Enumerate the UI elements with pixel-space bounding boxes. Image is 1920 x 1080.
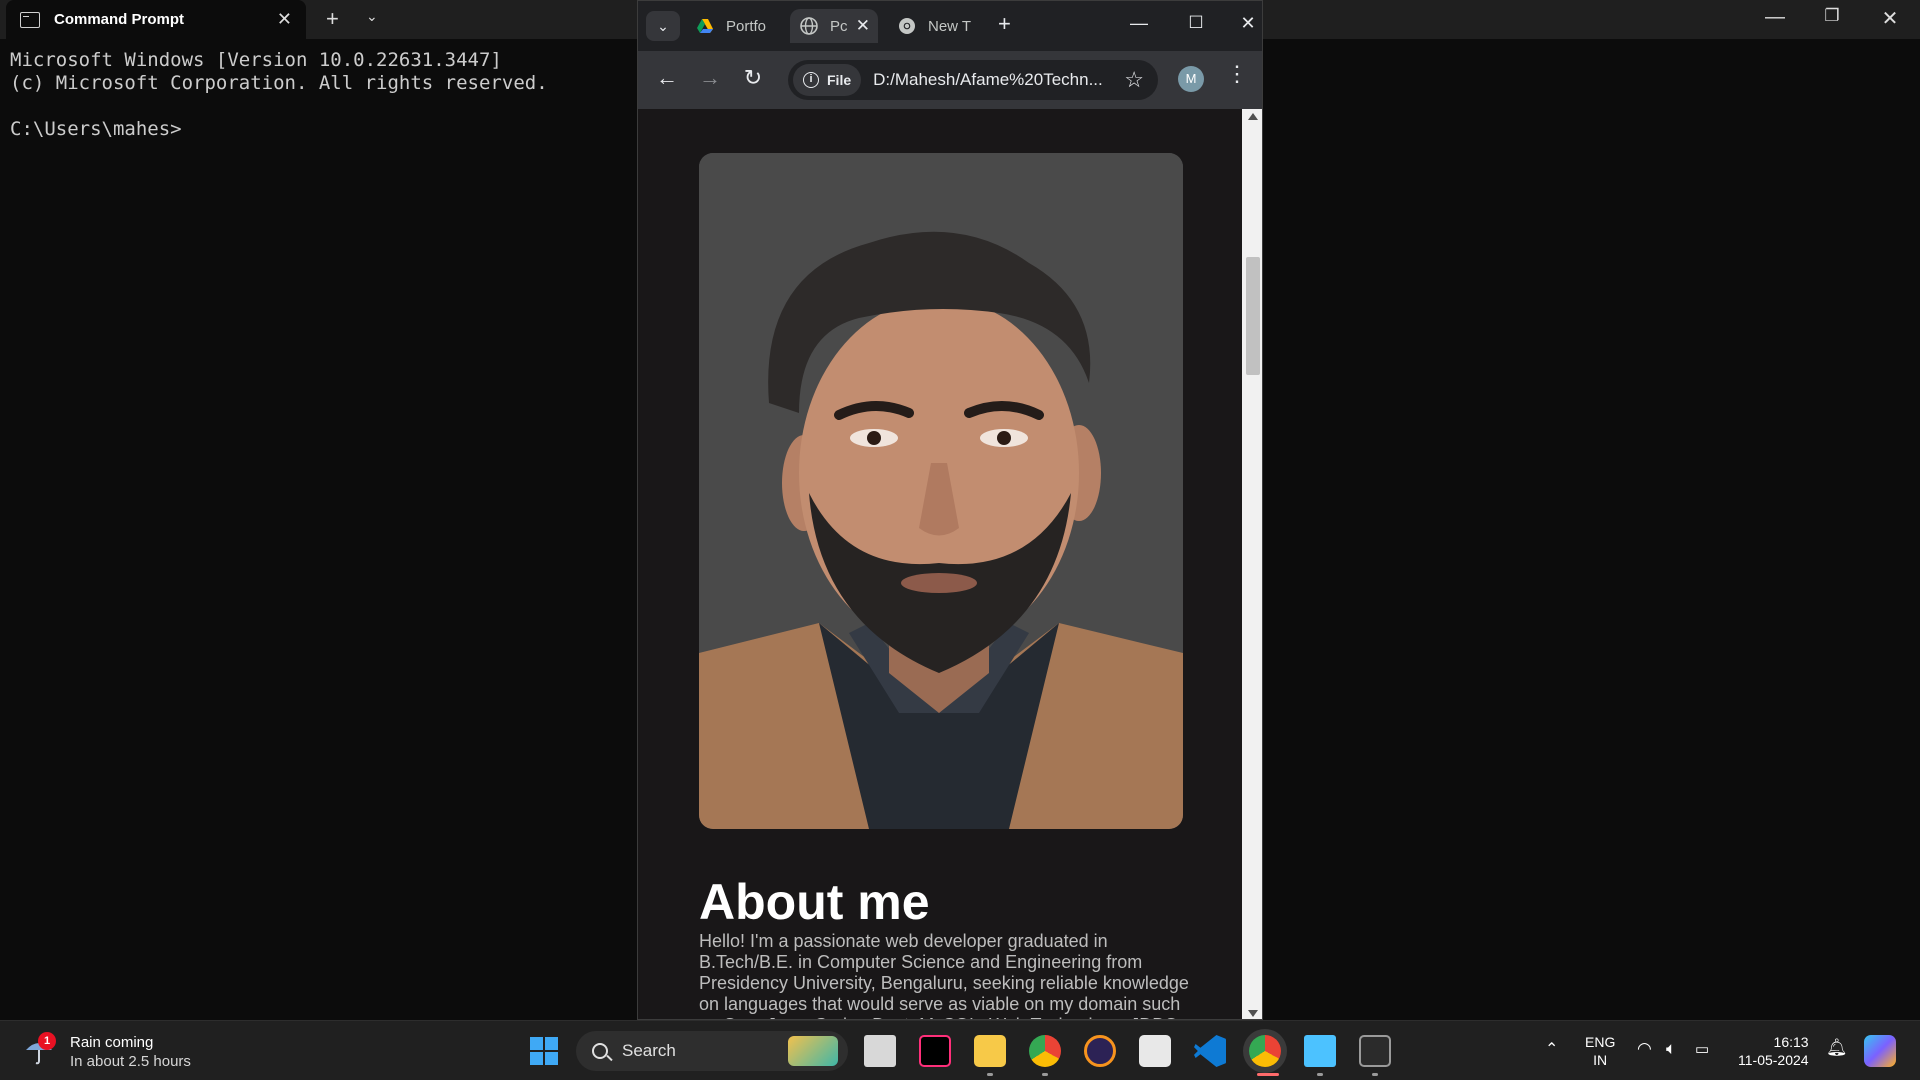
search-label: Search xyxy=(622,1041,676,1060)
profile-avatar[interactable]: M xyxy=(1178,66,1204,92)
minimize-button[interactable]: — xyxy=(1119,13,1159,34)
snipping-tool-icon[interactable] xyxy=(1139,1035,1171,1067)
windows-start-icon[interactable] xyxy=(528,1035,560,1067)
vscode-icon[interactable] xyxy=(1194,1035,1226,1067)
taskbar-search[interactable]: Search xyxy=(576,1031,848,1071)
browser-window: ⌄ Portfo Pc ✕ New T + — ☐ ✕ ← → ↻ i File… xyxy=(637,0,1263,1020)
close-tab-icon[interactable]: ✕ xyxy=(277,9,292,30)
notification-bell-icon[interactable]: 🔔︎ xyxy=(1826,1038,1848,1058)
tab-search-button[interactable]: ⌄ xyxy=(646,11,680,41)
info-icon: i xyxy=(803,72,819,88)
eclipse-icon[interactable] xyxy=(1084,1035,1116,1067)
terminal-tab-title: Command Prompt xyxy=(54,11,185,28)
running-indicator xyxy=(1372,1073,1378,1076)
intellij-icon[interactable] xyxy=(919,1035,951,1067)
running-indicator xyxy=(987,1073,993,1076)
address-bar[interactable]: i File D:/Mahesh/Afame%20Techn... ☆ xyxy=(788,60,1158,100)
maximize-button[interactable]: ☐ xyxy=(1176,13,1216,33)
terminal-tab[interactable]: Command Prompt ✕ xyxy=(6,0,306,39)
battery-icon[interactable]: ▭ xyxy=(1695,1040,1709,1058)
notepad-icon[interactable] xyxy=(1304,1035,1336,1067)
portrait-illustration xyxy=(699,153,1183,829)
google-drive-icon xyxy=(697,19,713,33)
back-arrow-icon[interactable]: ← xyxy=(652,65,682,91)
forward-arrow-icon[interactable]: → xyxy=(695,65,725,91)
language-line2: IN xyxy=(1593,1052,1608,1068)
chrome-profile-icon[interactable] xyxy=(1249,1035,1281,1067)
chrome-icon[interactable] xyxy=(1029,1035,1061,1067)
chrome-icon xyxy=(899,18,915,34)
page-viewport: About me Hello! I'm a passionate web dev… xyxy=(638,109,1242,1019)
clock-date: 11-05-2024 xyxy=(1738,1052,1809,1068)
task-view-icon[interactable] xyxy=(864,1035,896,1067)
weather-widget[interactable]: 1 Rain coming In about 2.5 hours xyxy=(24,1032,191,1071)
minimize-button[interactable]: — xyxy=(1755,6,1795,29)
tab-label: Pc xyxy=(830,17,848,35)
menu-kebab-icon[interactable]: ⋮ xyxy=(1226,63,1248,85)
terminal-icon xyxy=(20,11,40,28)
running-indicator xyxy=(1317,1073,1323,1076)
tab-label: Portfo xyxy=(726,17,767,35)
new-tab-button[interactable]: + xyxy=(998,11,1011,37)
about-heading: About me xyxy=(699,874,930,930)
clock[interactable]: 16:13 11-05-2024 xyxy=(1738,1033,1809,1069)
globe-icon xyxy=(800,17,818,35)
profile-photo xyxy=(699,153,1183,829)
close-window-button[interactable]: ✕ xyxy=(1870,6,1910,31)
tab-label: New T xyxy=(928,17,972,35)
search-highlight-icon xyxy=(788,1036,838,1066)
scroll-down-arrow-icon[interactable] xyxy=(1248,1010,1258,1017)
vertical-scrollbar[interactable] xyxy=(1242,109,1262,1019)
weather-subtitle: In about 2.5 hours xyxy=(70,1053,191,1070)
restore-button[interactable]: ❐ xyxy=(1812,6,1852,26)
language-indicator[interactable]: ENG IN xyxy=(1585,1033,1615,1069)
weather-title: Rain coming xyxy=(70,1034,154,1051)
reload-icon[interactable]: ↻ xyxy=(738,65,768,91)
running-indicator xyxy=(1042,1073,1048,1076)
bookmark-star-icon[interactable]: ☆ xyxy=(1124,67,1144,93)
language-line1: ENG xyxy=(1585,1034,1616,1050)
scroll-thumb[interactable] xyxy=(1246,257,1260,375)
tab-new-tab[interactable]: New T xyxy=(888,9,986,43)
browser-tabstrip: ⌄ Portfo Pc ✕ New T + — ☐ ✕ xyxy=(638,1,1262,51)
browser-toolbar: ← → ↻ i File D:/Mahesh/Afame%20Techn... … xyxy=(638,51,1262,109)
weather-alert-badge: 1 xyxy=(38,1032,56,1050)
copilot-icon[interactable] xyxy=(1864,1035,1896,1067)
terminal-prompt: C:\Users\mahes> xyxy=(10,118,182,140)
site-info-chip[interactable]: i File xyxy=(793,64,862,96)
chevron-down-icon[interactable]: ⌄ xyxy=(366,8,378,25)
chevron-up-icon[interactable]: ⌃ xyxy=(1545,1039,1558,1059)
new-tab-button[interactable]: + xyxy=(326,6,339,32)
scroll-up-arrow-icon[interactable] xyxy=(1248,113,1258,120)
search-icon xyxy=(592,1043,608,1059)
site-info-label: File xyxy=(827,72,852,88)
file-explorer-icon[interactable] xyxy=(974,1035,1006,1067)
terminal-line: Microsoft Windows [Version 10.0.22631.34… xyxy=(10,49,502,71)
close-tab-icon[interactable]: ✕ xyxy=(856,16,870,36)
umbrella-icon: 1 xyxy=(24,1032,58,1068)
about-paragraph: Hello! I'm a passionate web developer gr… xyxy=(699,931,1189,1019)
terminal-output[interactable]: Microsoft Windows [Version 10.0.22631.34… xyxy=(10,49,548,141)
taskbar: 1 Rain coming In about 2.5 hours Search … xyxy=(0,1020,1920,1080)
tab-portfolio[interactable]: Portfo xyxy=(686,9,786,43)
clock-time: 16:13 xyxy=(1773,1034,1809,1050)
volume-icon[interactable]: 🔈︎ xyxy=(1666,1039,1676,1059)
tab-active-page[interactable]: Pc ✕ xyxy=(790,9,878,43)
wifi-icon[interactable]: ◠ xyxy=(1637,1039,1652,1059)
terminal-line: (c) Microsoft Corporation. All rights re… xyxy=(10,72,548,94)
close-window-button[interactable]: ✕ xyxy=(1233,13,1262,34)
terminal-icon[interactable] xyxy=(1359,1035,1391,1067)
url-text[interactable]: D:/Mahesh/Afame%20Techn... xyxy=(873,70,1124,90)
active-indicator xyxy=(1257,1073,1279,1076)
